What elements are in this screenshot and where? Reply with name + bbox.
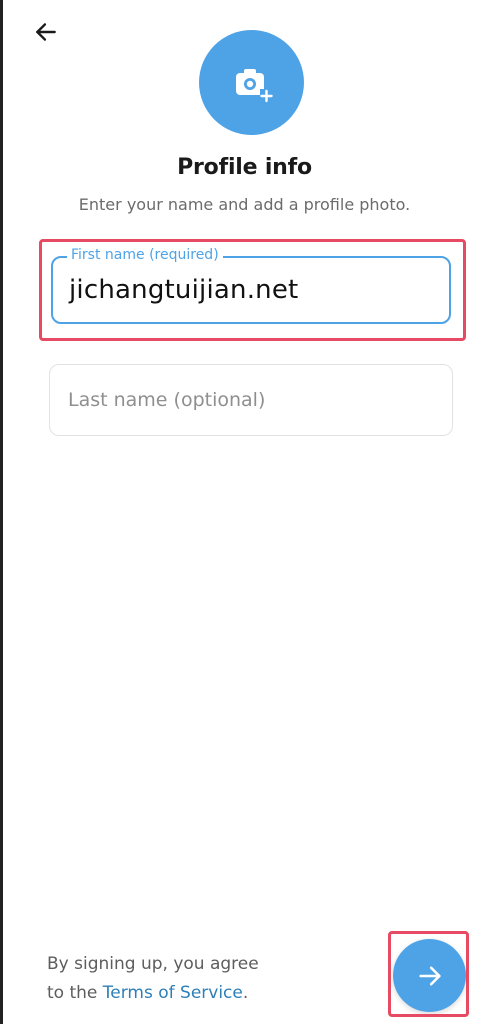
terms-suffix: . [242,983,249,1003]
page-subtitle: Enter your name and add a profile photo. [78,195,411,214]
terms-notice: By signing up, you agree to the Terms of… [47,950,259,1008]
last-name-placeholder: Last name (optional) [68,389,266,411]
back-button[interactable] [30,18,62,46]
add-profile-photo-button[interactable] [199,30,304,135]
last-name-field[interactable]: Last name (optional) [49,364,453,436]
terms-notice-line1: By signing up, you agree [47,954,259,974]
first-name-highlight [39,239,466,341]
page-title: Profile info [177,155,312,180]
next-button-highlight [388,931,469,1017]
arrow-left-icon [36,23,56,41]
terms-prefix: to the [47,983,103,1003]
screen-edge [0,0,3,1024]
terms-notice-line2: to the Terms of Service. [47,979,259,1008]
terms-of-service-link[interactable]: Terms of Service [103,983,243,1003]
camera-add-icon [235,68,273,102]
